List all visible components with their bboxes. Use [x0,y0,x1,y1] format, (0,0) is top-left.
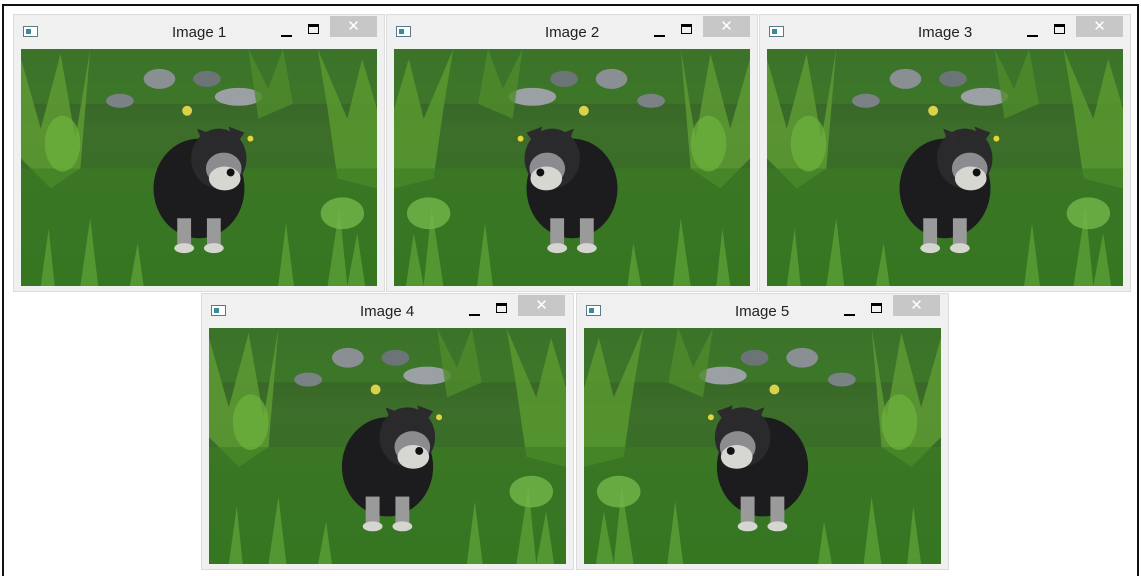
close-button[interactable]: ✕ [330,16,377,37]
window-app-icon [23,26,38,37]
title-bar[interactable]: Image 5 ✕ [577,294,948,328]
maximize-icon[interactable] [493,301,511,317]
minimize-icon[interactable] [651,23,669,41]
window-title: Image 2 [545,24,600,41]
minimize-icon[interactable] [278,23,296,41]
close-button[interactable]: ✕ [703,16,750,37]
title-bar[interactable]: Image 4 ✕ [202,294,573,328]
image-window-2: Image 2 ✕ [386,14,758,292]
title-bar[interactable]: Image 2 ✕ [387,15,757,49]
maximize-icon[interactable] [868,301,886,317]
close-button[interactable]: ✕ [1076,16,1123,37]
close-button[interactable]: ✕ [518,295,565,316]
window-title: Image 3 [918,24,973,41]
dog-in-grass-photo [394,49,750,286]
minimize-icon[interactable] [466,302,484,320]
dog-in-grass-photo [21,49,377,286]
close-button[interactable]: ✕ [893,295,940,316]
dog-in-grass-photo [767,49,1123,286]
image-window-4: Image 4 ✕ [201,293,574,570]
window-title: Image 5 [735,303,790,320]
title-bar[interactable]: Image 1 ✕ [14,15,384,49]
minimize-icon[interactable] [841,302,859,320]
window-app-icon [586,305,601,316]
maximize-icon[interactable] [1051,22,1069,38]
window-app-icon [211,305,226,316]
window-app-icon [769,26,784,37]
window-app-icon [396,26,411,37]
maximize-icon[interactable] [678,22,696,38]
window-title: Image 4 [360,303,415,320]
image-window-5: Image 5 ✕ [576,293,949,570]
title-bar[interactable]: Image 3 ✕ [760,15,1130,49]
dog-in-grass-photo [209,328,566,564]
maximize-icon[interactable] [305,22,323,38]
image-window-3: Image 3 ✕ [759,14,1131,292]
window-title: Image 1 [172,24,227,41]
minimize-icon[interactable] [1024,23,1042,41]
dog-in-grass-photo [584,328,941,564]
image-window-1: Image 1 ✕ [13,14,385,292]
